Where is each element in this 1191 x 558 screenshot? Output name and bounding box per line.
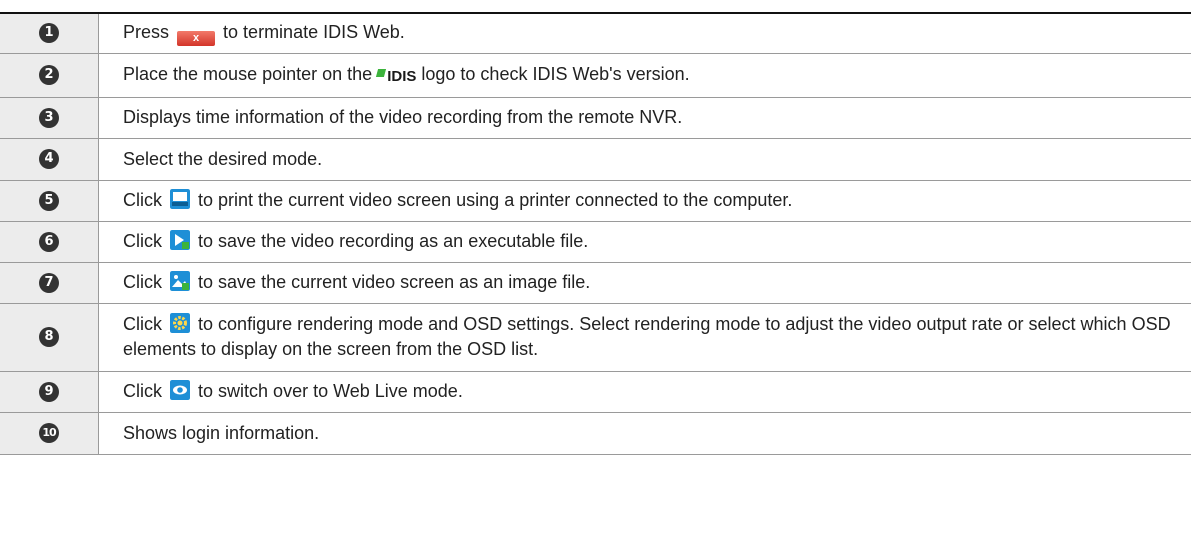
row-description: Click to configure rendering mode and OS…	[123, 313, 1171, 359]
row-description: Click to print the current video screen …	[123, 189, 793, 210]
number-badge: 8	[39, 327, 59, 347]
save-clip-icon	[170, 230, 191, 250]
row-number: 9	[0, 371, 99, 412]
table-row: 10 Shows login information.	[0, 412, 1191, 454]
table-row: 4 Select the desired mode.	[0, 138, 1191, 180]
row-number: 6	[0, 221, 99, 262]
idis-logo-icon: IDIS	[376, 68, 416, 85]
row-description: Click to save the current video screen a…	[123, 271, 591, 292]
number-badge: 6	[39, 231, 59, 252]
table-row: 1 Press x to terminate IDIS Web.	[0, 13, 1191, 53]
number-badge: 5	[39, 190, 59, 211]
row-number: 1	[0, 13, 99, 53]
web-live-icon	[170, 380, 191, 400]
row-description: Press x to terminate IDIS Web.	[123, 22, 405, 47]
row-description: Select the desired mode.	[123, 148, 323, 169]
number-badge: 7	[39, 272, 59, 293]
row-number: 4	[0, 138, 99, 180]
settings-gear-icon	[170, 313, 191, 333]
row-number: 7	[0, 262, 99, 303]
table-row: 8 Click to configure rendering mode and …	[0, 303, 1191, 371]
table-row: 5 Click to print the current video scree…	[0, 180, 1191, 221]
row-number: 8	[0, 303, 99, 371]
number-badge: 9	[39, 381, 59, 402]
table-row: 9 Click to switch over to Web Live mode.	[0, 371, 1191, 412]
table-row: 3 Displays time information of the video…	[0, 97, 1191, 138]
row-number: 5	[0, 180, 99, 221]
row-description: Displays time information of the video r…	[123, 107, 683, 127]
number-badge: 1	[39, 23, 59, 44]
row-description: Place the mouse pointer on the IDIS logo…	[123, 63, 690, 85]
table-row: 2 Place the mouse pointer on the IDIS lo…	[0, 53, 1191, 97]
row-number: 10	[0, 412, 99, 454]
number-badge: 2	[39, 65, 59, 85]
row-number: 3	[0, 97, 99, 138]
row-description: Click to switch over to Web Live mode.	[123, 380, 463, 401]
number-badge: 4	[39, 149, 59, 169]
table-row: 7 Click to save the current video screen…	[0, 262, 1191, 303]
row-description: Shows login information.	[123, 422, 320, 443]
save-image-icon	[170, 271, 191, 291]
number-badge: 3	[39, 107, 59, 128]
number-badge: 10	[39, 423, 59, 443]
legend-table: 1 Press x to terminate IDIS Web. 2 Place…	[0, 12, 1191, 455]
table-row: 6 Click to save the video recording as a…	[0, 221, 1191, 262]
row-description: Click to save the video recording as an …	[123, 230, 589, 251]
close-icon: x	[177, 31, 216, 47]
row-number: 2	[0, 53, 99, 97]
print-icon	[170, 189, 191, 209]
